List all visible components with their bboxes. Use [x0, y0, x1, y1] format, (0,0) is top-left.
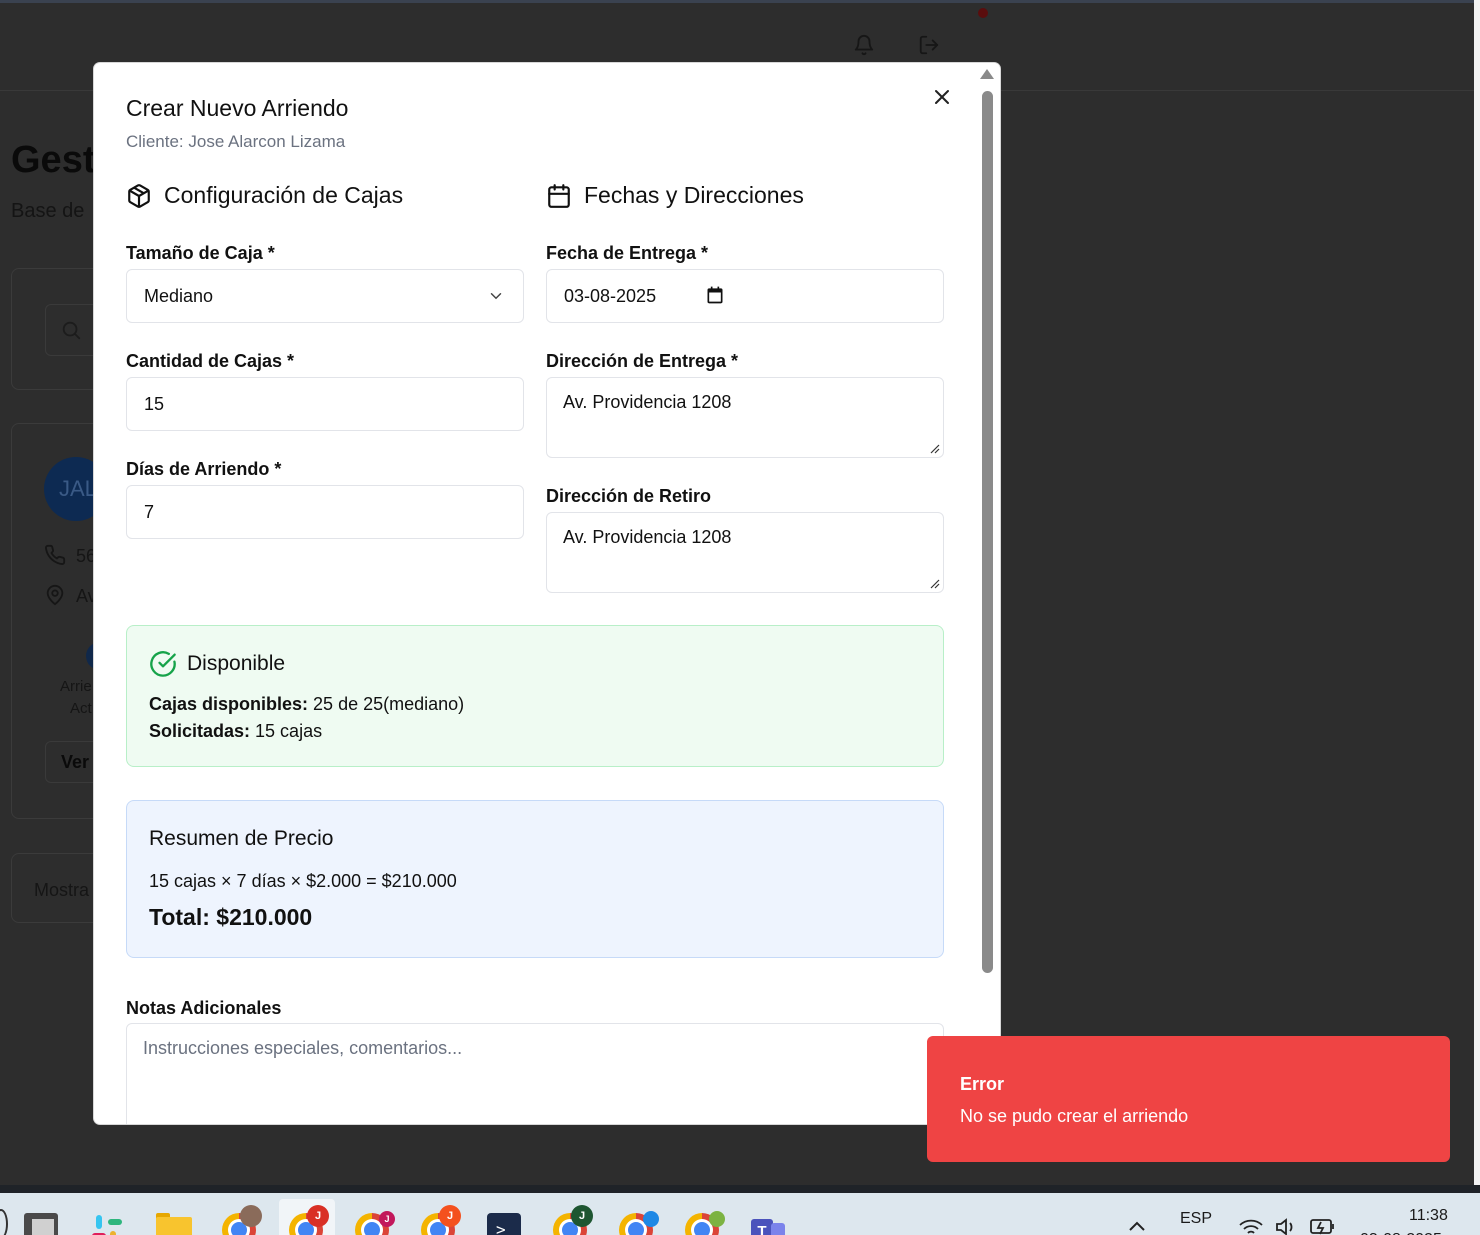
requested-boxes-value: 15 cajas: [250, 721, 323, 741]
battery-icon[interactable]: [1308, 1215, 1336, 1235]
boxes-section-heading: Configuración de Cajas: [126, 182, 403, 209]
map-pin-icon: [46, 584, 64, 606]
resize-grip-icon[interactable]: [928, 442, 940, 454]
delivery-date-value: 03-08-2025: [564, 286, 657, 306]
price-calculation: 15 cajas × 7 días × $2.000 = $210.000: [149, 871, 457, 891]
notes-textarea[interactable]: Instrucciones especiales, comentarios...: [126, 1023, 944, 1124]
chrome-profile-6-icon[interactable]: [619, 1211, 659, 1235]
rental-days-input[interactable]: 7: [126, 485, 524, 539]
stat-label-line1: Arrie: [60, 678, 92, 695]
chrome-profile-2-icon[interactable]: J: [289, 1205, 329, 1235]
rental-days-label: Días de Arriendo *: [126, 459, 282, 479]
dates-section-heading: Fechas y Direcciones: [546, 182, 804, 209]
phone-icon: [45, 544, 66, 565]
delivery-date-input[interactable]: 03-08-2025: [546, 269, 944, 323]
pickup-address-value: Av. Providencia 1208: [563, 527, 732, 547]
dates-section-title: Fechas y Direcciones: [584, 182, 804, 208]
chrome-profile-4-icon[interactable]: J: [421, 1205, 461, 1235]
dialog-client: Cliente: Jose Alarcon Lizama: [126, 132, 346, 151]
taskbar: J J J > J T ESP 11:38 03-08-2025: [0, 1193, 1480, 1235]
price-summary-heading: Resumen de Precio: [149, 827, 334, 850]
box-size-select[interactable]: Mediano: [126, 269, 524, 323]
price-summary-panel: Resumen de Precio 15 cajas × 7 días × $2…: [126, 800, 944, 958]
scroll-up-arrow-icon[interactable]: [980, 69, 994, 79]
slack-icon[interactable]: [90, 1213, 124, 1235]
available-boxes-label: Cajas disponibles:: [149, 694, 309, 714]
chevron-down-icon: [490, 293, 502, 300]
chrome-profile-3-icon[interactable]: J: [355, 1211, 395, 1235]
stat-label-line2: Act: [70, 700, 92, 717]
file-explorer-icon[interactable]: [156, 1213, 192, 1235]
scrollbar-thumb[interactable]: [982, 91, 993, 973]
page-subtitle: Base de: [11, 200, 85, 222]
requested-boxes-label: Solicitadas:: [149, 721, 251, 741]
stat-label: Arrie Act: [60, 676, 92, 720]
price-total: Total: $210.000: [149, 904, 313, 930]
create-rental-dialog: Crear Nuevo Arriendo Cliente: Jose Alarc…: [94, 63, 1000, 1124]
chrome-profile-5-icon[interactable]: J: [553, 1205, 593, 1235]
page-title: Gest: [11, 139, 96, 181]
requested-boxes-line: Solicitadas: 15 cajas: [149, 721, 322, 742]
toast-message: No se pudo crear el arriendo: [960, 1106, 1189, 1126]
pickup-address-label: Dirección de Retiro: [546, 486, 712, 506]
delivery-date-label: Fecha de Entrega *: [546, 243, 709, 263]
notes-label: Notas Adicionales: [126, 998, 282, 1018]
search-icon: [62, 321, 81, 340]
task-view-icon[interactable]: [24, 1213, 58, 1235]
delivery-address-label: Dirección de Entrega *: [546, 351, 739, 371]
check-circle-icon: [150, 651, 176, 677]
clock-time[interactable]: 11:38: [1409, 1207, 1448, 1225]
availability-panel: Disponible Cajas disponibles: 25 de 25(m…: [126, 625, 944, 767]
box-size-value: Mediano: [144, 286, 214, 306]
notes-placeholder: Instrucciones especiales, comentarios...: [143, 1038, 463, 1058]
delivery-address-textarea[interactable]: Av. Providencia 1208: [546, 377, 944, 458]
availability-heading: Disponible: [149, 650, 285, 678]
volume-icon[interactable]: [1274, 1217, 1298, 1235]
chrome-profile-7-icon[interactable]: [685, 1211, 725, 1235]
calendar-icon: [548, 183, 570, 208]
clock-date[interactable]: 03-08-2025: [1360, 1231, 1442, 1235]
dialog-title: Crear Nuevo Arriendo: [126, 95, 349, 121]
chrome-profile-1-icon[interactable]: [222, 1205, 262, 1235]
availability-status: Disponible: [187, 652, 286, 675]
package-icon: [128, 183, 150, 208]
close-icon[interactable]: [930, 85, 954, 109]
boxes-section-title: Configuración de Cajas: [164, 182, 404, 208]
available-boxes-value: 25 de 25(mediano): [308, 694, 465, 714]
start-icon[interactable]: [0, 1209, 8, 1235]
available-boxes-line: Cajas disponibles: 25 de 25(mediano): [149, 694, 464, 715]
chevron-up-icon[interactable]: [1127, 1219, 1147, 1233]
box-quantity-label: Cantidad de Cajas *: [126, 351, 295, 371]
resize-grip-icon[interactable]: [928, 577, 940, 589]
error-toast[interactable]: Error No se pudo crear el arriendo: [927, 1036, 1450, 1162]
box-size-label: Tamaño de Caja *: [126, 243, 275, 263]
desktop-edge: [1474, 0, 1480, 1185]
wifi-icon[interactable]: [1238, 1217, 1264, 1235]
notification-dot: [978, 8, 988, 18]
bell-icon[interactable]: [853, 34, 875, 56]
box-quantity-input[interactable]: 15: [126, 377, 524, 431]
rental-days-value: 7: [144, 502, 155, 522]
terminal-app-icon[interactable]: >: [487, 1213, 521, 1235]
toast-title: Error: [960, 1074, 1005, 1094]
taskbar-border: [0, 1185, 1480, 1193]
pagination-text: Mostra: [34, 880, 90, 900]
language-indicator[interactable]: ESP: [1180, 1210, 1212, 1228]
date-picker-icon[interactable]: [705, 285, 725, 305]
box-quantity-value: 15: [144, 394, 165, 414]
delivery-address-value: Av. Providencia 1208: [563, 392, 732, 412]
teams-icon[interactable]: T: [751, 1213, 785, 1235]
pickup-address-textarea[interactable]: Av. Providencia 1208: [546, 512, 944, 593]
logout-icon[interactable]: [918, 34, 940, 56]
